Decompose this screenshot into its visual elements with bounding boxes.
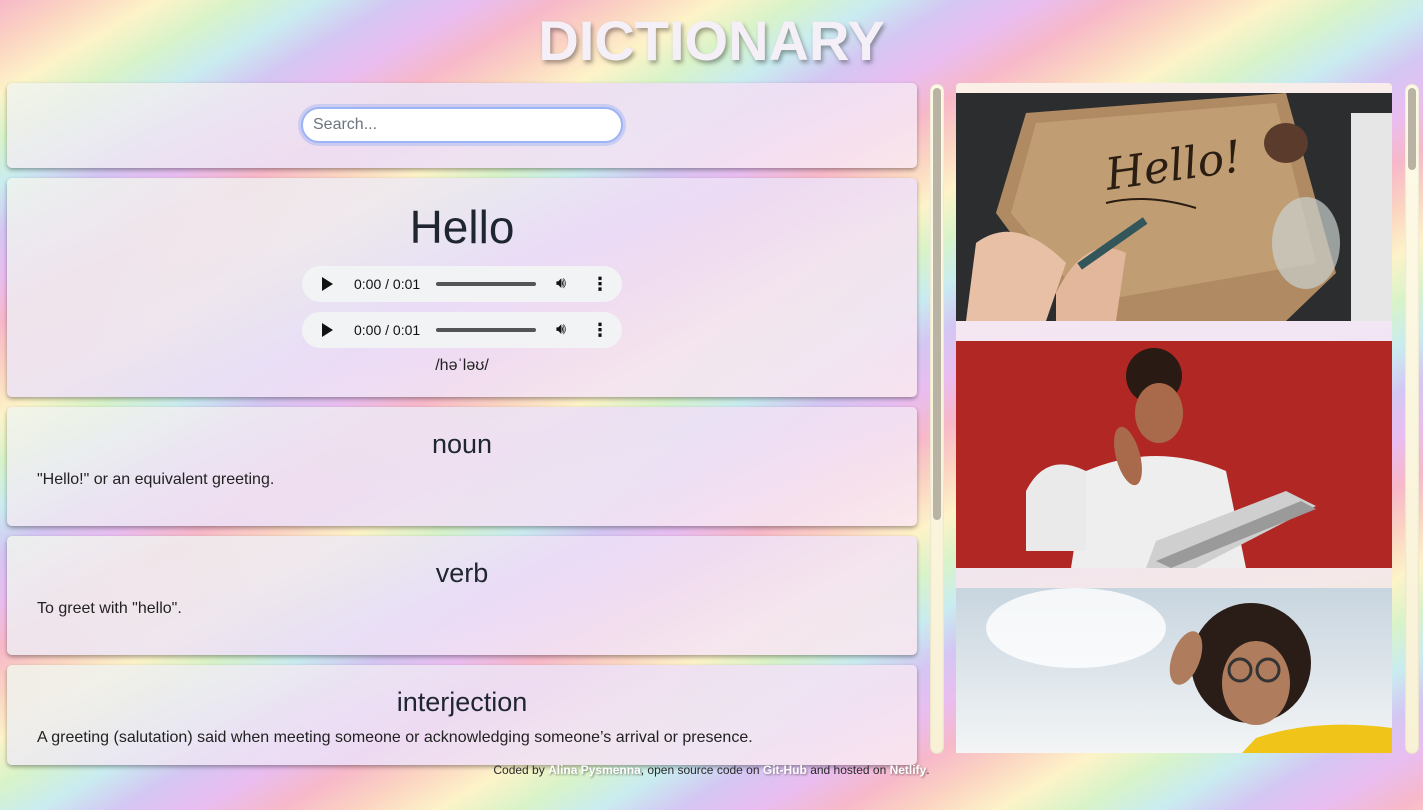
play-icon[interactable] <box>322 277 333 291</box>
photos-scroll-thumb[interactable] <box>1408 88 1416 170</box>
volume-icon[interactable]: 🔊︎ <box>556 275 566 293</box>
photo-woman-waving-image <box>956 588 1392 753</box>
part-of-speech-heading: interjection <box>396 687 528 717</box>
footer-prefix: Coded by <box>493 763 549 777</box>
photos-panel: Hello! <box>956 83 1392 753</box>
github-link[interactable]: Git-Hub <box>763 763 807 777</box>
photo-man-waving-laptop-image <box>956 341 1392 568</box>
play-icon[interactable] <box>322 323 333 337</box>
audio-progress-slider[interactable] <box>436 328 536 332</box>
word-heading: Hello <box>409 201 515 253</box>
netlify-link[interactable]: Netlify <box>890 763 927 777</box>
part-of-speech-heading: verb <box>435 558 489 588</box>
search-card <box>7 83 917 168</box>
footer-end: . <box>926 763 930 777</box>
meaning-card: noun "Hello!" or an equivalent greeting. <box>7 407 917 526</box>
author-link[interactable]: Alina Pysmenna <box>548 763 641 777</box>
audio-player[interactable]: 0:00 / 0:01 🔊︎ ⋮ <box>302 312 622 348</box>
audio-player[interactable]: 0:00 / 0:01 🔊︎ ⋮ <box>302 266 622 302</box>
definitions-scroll-thumb[interactable] <box>933 88 941 520</box>
search-input[interactable] <box>301 107 623 143</box>
audio-progress-slider[interactable] <box>436 282 536 286</box>
footer-middle: , open source code on <box>640 763 763 777</box>
photos-scrollbar[interactable] <box>1405 84 1419 754</box>
part-of-speech-heading: noun <box>431 429 493 459</box>
audio-time: 0:00 / 0:01 <box>354 276 421 292</box>
definitions-scrollbar[interactable] <box>930 84 944 754</box>
definition-text: To greet with "hello". <box>37 600 182 617</box>
volume-icon[interactable]: 🔊︎ <box>556 321 566 339</box>
more-options-icon[interactable]: ⋮ <box>591 318 609 342</box>
definition-text: "Hello!" or an equivalent greeting. <box>37 471 275 488</box>
meaning-card: interjection A greeting (salutation) sai… <box>7 665 917 765</box>
audio-time: 0:00 / 0:01 <box>354 322 421 338</box>
meaning-card: verb To greet with "hello". <box>7 536 917 655</box>
phonetic-text: /həˈləʊ/ <box>435 357 489 374</box>
more-options-icon[interactable]: ⋮ <box>591 272 609 296</box>
footer: Coded by Alina Pysmenna, open source cod… <box>0 763 1423 777</box>
definition-text: A greeting (salutation) said when meetin… <box>37 729 753 746</box>
word-card: Hello 0:00 / 0:01 🔊︎ ⋮ 0:00 / 0:01 🔊︎ ⋮ … <box>7 178 917 397</box>
photo-handwritten-hello-image: Hello! <box>956 93 1392 321</box>
footer-suffix: and hosted on <box>806 763 890 777</box>
app-title: DICTIONARY <box>538 9 885 72</box>
